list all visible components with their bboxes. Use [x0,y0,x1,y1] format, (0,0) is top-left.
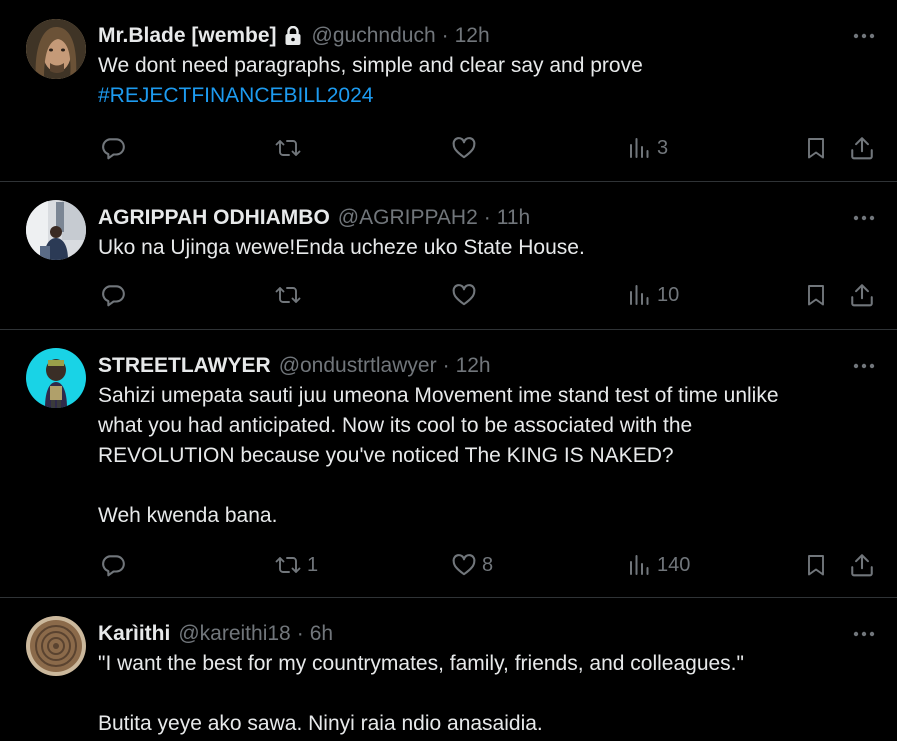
avatar[interactable] [26,19,86,79]
like-count: 8 [482,553,494,576]
tweet[interactable]: STREETLAWYER @ondustrtlawyer · 12h Sahiz… [0,330,897,598]
tweet[interactable]: AGRIPPAH ODHIAMBO @AGRIPPAH2 · 11h Uko n… [0,182,897,330]
retweet-button[interactable] [274,131,307,165]
tweet-header: AGRIPPAH ODHIAMBO @AGRIPPAH2 · 11h [98,202,877,234]
tweet-text-line: what you had anticipated. Now its cool t… [98,414,693,437]
views-chart-icon [630,555,649,575]
bookmark-button[interactable] [804,548,828,582]
share-button[interactable] [849,131,875,165]
display-name[interactable]: Mr.Blade [wembe] [98,24,277,48]
display-name[interactable]: AGRIPPAH ODHIAMBO [98,206,330,230]
reply-button[interactable] [100,131,131,165]
views-button[interactable]: 140 [628,548,690,582]
tweet-text: "I want the best for my countrymates, fa… [98,649,877,739]
tweet-header: Mr.Blade [wembe] @guchnduch · 12h [98,20,877,52]
timestamp[interactable]: 12h [456,354,491,378]
tweet-actions: 1 8 140 [0,548,897,582]
like-button[interactable] [451,278,482,312]
heart-icon [452,554,476,576]
reply-button[interactable] [100,548,131,582]
views-button[interactable]: 3 [628,131,668,165]
avatar[interactable] [26,616,86,676]
avatar[interactable] [26,348,86,408]
tweet-text: Sahizi umepata sauti juu umeona Movement… [98,381,877,531]
reply-icon [102,555,125,577]
tweet-header: STREETLAWYER @ondustrtlawyer · 12h [98,350,877,382]
bookmark-button[interactable] [804,131,828,165]
retweet-icon [275,287,301,303]
more-options-icon[interactable] [851,24,877,48]
tweet-text: We dont need paragraphs, simple and clea… [98,51,877,111]
separator-dot: · [441,24,449,47]
tweet-text-line: Uko na Ujinga wewe!Enda ucheze uko State… [98,236,585,259]
tweet-actions: 10 [0,278,897,312]
reply-icon [102,285,125,307]
views-chart-icon [630,138,649,158]
bookmark-icon [808,138,824,159]
user-handle[interactable]: @ondustrtlawyer [279,354,437,378]
more-options-icon[interactable] [851,354,877,378]
bookmark-icon [808,555,824,576]
share-icon [851,284,873,307]
display-name[interactable]: STREETLAWYER [98,354,271,378]
bookmark-icon [808,285,824,306]
tweet-text-line: Sahizi umepata sauti juu umeona Movement… [98,384,779,407]
tweet-text-line: REVOLUTION because you've noticed The KI… [98,444,674,467]
heart-icon [452,137,476,159]
timestamp[interactable]: 12h [455,24,490,48]
like-button[interactable] [451,131,482,165]
tweet-text-line: We dont need paragraphs, simple and clea… [98,54,643,77]
tweet[interactable]: Mr.Blade [wembe] @guchnduch · 12h We don… [0,0,897,182]
user-handle[interactable]: @guchnduch [312,24,436,48]
user-handle[interactable]: @kareithi18 [178,622,290,646]
retweet-icon [275,140,301,156]
tweet[interactable]: Karìithi @kareithi18 · 6h "I want the be… [0,598,897,741]
reply-icon [102,138,125,160]
more-options-icon[interactable] [851,622,877,646]
tweet-text: Uko na Ujinga wewe!Enda ucheze uko State… [98,233,877,263]
views-button[interactable]: 10 [628,278,679,312]
tweet-text-line: Butita yeye ako sawa. Ninyi raia ndio an… [98,712,543,735]
separator-dot: · [442,354,450,377]
timeline-feed: Mr.Blade [wembe] @guchnduch · 12h We don… [0,0,897,741]
view-count: 3 [657,136,669,159]
retweet-icon [275,557,301,573]
lock-icon [284,25,304,47]
view-count: 10 [657,283,680,306]
tweet-header: Karìithi @kareithi18 · 6h [98,618,877,650]
share-icon [851,554,873,577]
tweet-actions: 3 [0,131,897,165]
retweet-button[interactable]: 1 [274,548,318,582]
more-options-icon[interactable] [851,206,877,230]
share-button[interactable] [849,278,875,312]
timestamp[interactable]: 11h [497,206,530,230]
separator-dot: · [483,206,491,229]
retweet-count: 1 [307,553,319,576]
views-chart-icon [630,285,649,305]
hashtag-link[interactable]: #REJECTFINANCEBILL2024 [98,81,877,111]
avatar[interactable] [26,200,86,260]
share-icon [851,137,873,160]
like-button[interactable]: 8 [451,548,493,582]
user-handle[interactable]: @AGRIPPAH2 [338,206,478,230]
reply-button[interactable] [100,278,131,312]
timestamp[interactable]: 6h [310,622,333,646]
view-count: 140 [657,553,691,576]
bookmark-button[interactable] [804,278,828,312]
tweet-text-line: "I want the best for my countrymates, fa… [98,652,744,675]
tweet-text-line: Weh kwenda bana. [98,504,278,527]
heart-icon [452,284,476,306]
share-button[interactable] [849,548,875,582]
retweet-button[interactable] [274,278,307,312]
display-name[interactable]: Karìithi [98,622,170,646]
separator-dot: · [296,622,304,645]
